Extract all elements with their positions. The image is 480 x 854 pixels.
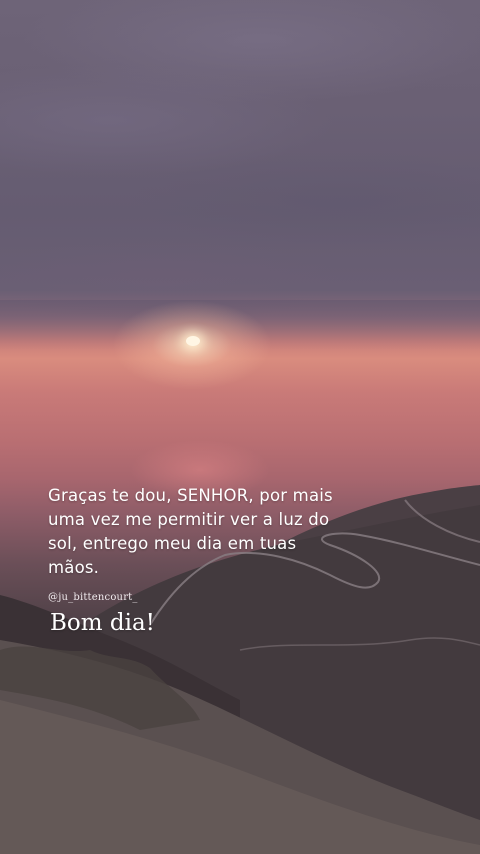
greeting-text: Bom dia! [50,610,155,636]
story-background-photo: Graças te dou, SENHOR, por mais uma vez … [0,0,480,854]
author-handle: @ju_bittencourt_ [48,592,138,603]
caption-text: Graças te dou, SENHOR, por mais uma vez … [48,486,333,577]
mountain-landscape [0,485,480,854]
